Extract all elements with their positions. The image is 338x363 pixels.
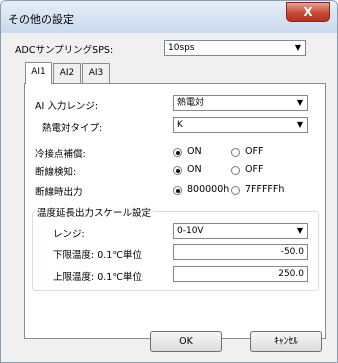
break-detect-on-label: ON <box>187 164 202 175</box>
thermocouple-type-select[interactable]: K ▼ <box>173 117 308 133</box>
tab-ai2[interactable]: AI2 <box>53 63 81 83</box>
upper-temp-label: 上限温度: 0.1℃単位 <box>53 272 142 283</box>
break-output-800000h-label: 800000h <box>187 184 230 195</box>
adc-sps-value: 10sps <box>168 43 195 53</box>
ok-button-label: OK <box>179 336 193 347</box>
input-range-value: 熱電対 <box>177 98 205 108</box>
break-output-7fffffh-radio[interactable] <box>231 186 240 195</box>
break-output-label: 断線時出力 <box>35 187 83 198</box>
tab-ai3[interactable]: AI3 <box>82 63 110 83</box>
ok-button[interactable]: OK <box>150 331 222 352</box>
upper-temp-value: 250.0 <box>278 269 304 279</box>
chevron-down-icon: ▼ <box>294 43 302 52</box>
scale-settings-group-title: 温度延長出力スケール設定 <box>35 205 154 219</box>
break-output-7fffffh-label: 7FFFFFh <box>245 184 285 195</box>
break-output-800000h-radio[interactable] <box>173 186 182 195</box>
thermocouple-type-value: K <box>177 120 183 130</box>
break-detect-label: 断線検知: <box>35 167 77 178</box>
scale-settings-group: 温度延長出力スケール設定 レンジ: 0-10V ▼ 下限温度: 0.1℃単位 -… <box>32 205 319 291</box>
break-detect-off-label: OFF <box>245 164 264 175</box>
tab-ai3-label: AI3 <box>88 68 104 78</box>
adc-sps-label: ADCサンプリングSPS: <box>15 45 114 56</box>
lower-temp-input[interactable]: -50.0 <box>173 244 308 260</box>
lower-temp-label: 下限温度: 0.1℃単位 <box>53 250 142 261</box>
break-detect-off-radio[interactable] <box>231 166 240 175</box>
lower-temp-value: -50.0 <box>280 247 304 257</box>
input-range-select[interactable]: 熱電対 ▼ <box>173 95 308 111</box>
adc-sps-select[interactable]: 10sps ▼ <box>164 40 306 56</box>
scale-range-value: 0-10V <box>177 226 204 236</box>
tab-panel-ai1: AI 入力レンジ: 熱電対 ▼ 熱電対タイプ: K ▼ 冷接点補償: ON OF… <box>24 83 326 339</box>
cold-junction-label: 冷接点補償: <box>35 149 86 160</box>
dialog-body: ADCサンプリングSPS: 10sps ▼ AI1 AI2 AI3 AI 入力レ… <box>8 33 331 356</box>
chevron-down-icon: ▼ <box>296 226 304 235</box>
cold-junction-on-radio[interactable] <box>173 148 182 157</box>
tab-ai1[interactable]: AI1 <box>25 62 52 84</box>
tab-ai1-label: AI1 <box>31 67 46 77</box>
break-detect-on-radio[interactable] <box>173 166 182 175</box>
settings-dialog: その他の設定 X ADCサンプリングSPS: 10sps ▼ AI1 AI2 A… <box>0 0 338 363</box>
dialog-title: その他の設定 <box>8 13 74 26</box>
tab-ai2-label: AI2 <box>59 68 75 78</box>
close-button[interactable]: X <box>286 2 330 22</box>
cold-junction-on-label: ON <box>187 146 202 157</box>
cancel-button[interactable]: ｷｬﾝｾﾙ <box>250 331 322 352</box>
upper-temp-input[interactable]: 250.0 <box>173 266 308 282</box>
title-bar: その他の設定 X <box>1 1 337 33</box>
close-icon: X <box>303 5 313 19</box>
cold-junction-off-label: OFF <box>245 146 264 157</box>
cold-junction-off-radio[interactable] <box>231 148 240 157</box>
thermocouple-type-label: 熱電対タイプ: <box>42 123 103 134</box>
scale-range-select[interactable]: 0-10V ▼ <box>173 223 308 239</box>
input-range-label: AI 入力レンジ: <box>35 101 99 112</box>
chevron-down-icon: ▼ <box>296 98 304 107</box>
scale-range-label: レンジ: <box>53 229 85 240</box>
chevron-down-icon: ▼ <box>296 120 304 129</box>
cancel-button-label: ｷｬﾝｾﾙ <box>274 336 298 347</box>
